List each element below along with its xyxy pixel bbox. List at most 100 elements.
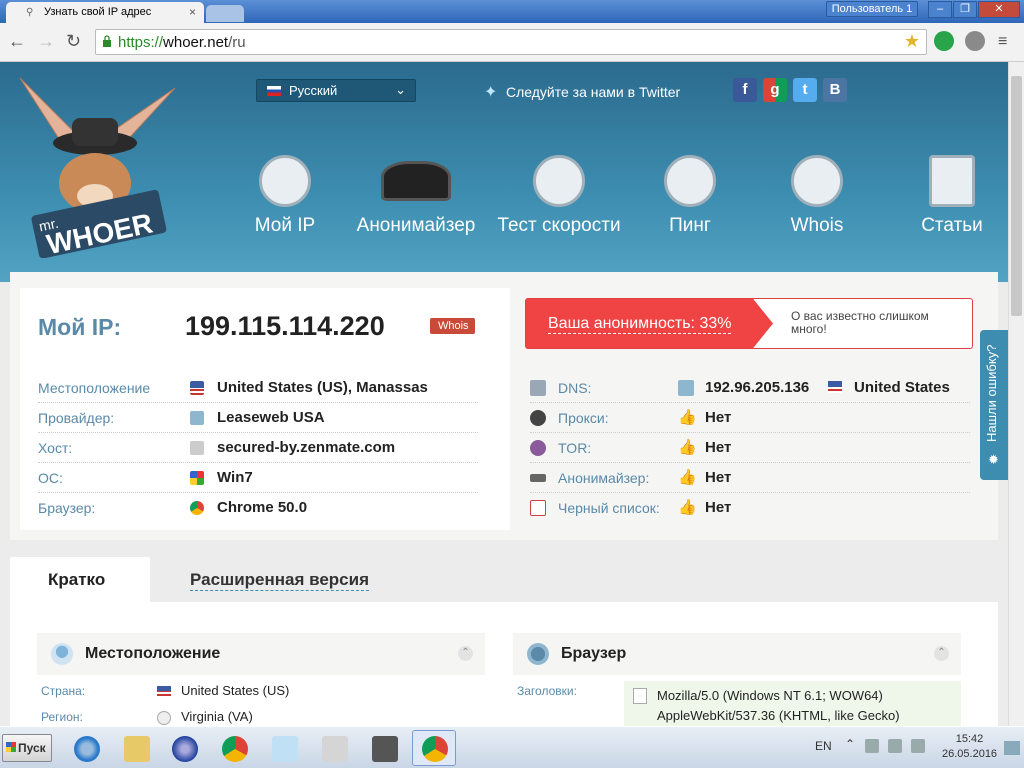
shield-extension-icon[interactable] — [934, 31, 954, 51]
taskbar-chrome[interactable] — [212, 730, 256, 766]
taskbar-ghostery[interactable] — [362, 730, 406, 766]
ghost-icon — [372, 736, 398, 762]
nav-ping[interactable]: Пинг — [620, 155, 760, 237]
row-value: Win7 — [217, 469, 253, 486]
radar-icon — [664, 155, 716, 207]
reload-icon[interactable]: ↻ — [66, 31, 81, 52]
scrollbar-thumb[interactable] — [1011, 76, 1022, 316]
panel-title: Местоположение — [85, 645, 221, 662]
page-content: mr. WHOER Русский ⌄ ✦ Следуйте за нами в … — [0, 62, 1008, 726]
vkontakte-icon[interactable]: B — [823, 78, 847, 102]
country-label: Страна: — [41, 684, 86, 698]
taskbar-explorer[interactable] — [114, 730, 158, 766]
user-agent-text: Mozilla/5.0 (Windows NT 6.1; WOW64) Appl… — [657, 686, 900, 726]
tray-expand-icon[interactable]: ⌃ — [845, 737, 855, 751]
bug-report-text: Нашли ошибку? — [984, 344, 999, 442]
url-path: /ru — [228, 34, 246, 51]
nav-anonymizer[interactable]: Анонимайзер — [346, 155, 486, 237]
taskbar-notepad[interactable] — [262, 730, 306, 766]
user-profile-button[interactable]: Пользователь 1 — [826, 1, 918, 17]
taskbar-internet-explorer[interactable] — [64, 730, 108, 766]
browser-tab-active[interactable]: ⚲ Узнать свой IP адрес × — [6, 2, 204, 23]
lock-icon — [103, 35, 111, 47]
info-row-tor: TOR: 👍 Нет — [530, 433, 970, 463]
twitter-bird-icon: ✦ — [484, 84, 498, 101]
globe-extension-icon[interactable] — [965, 31, 985, 51]
row-value: Нет — [705, 439, 732, 456]
browser-panel-header[interactable]: Браузер ⌃ — [513, 633, 961, 675]
row-value: Chrome 50.0 — [217, 499, 308, 516]
country-value: United States (US) — [181, 683, 290, 698]
address-bar[interactable]: https://whoer.net/ru ★ — [95, 29, 927, 55]
clock-time: 15:42 — [955, 733, 984, 745]
mr-whoer-logo[interactable]: mr. WHOER — [10, 68, 180, 258]
browser-toolbar: ← → ↻ https://whoer.net/ru ★ ≡ — [0, 23, 1024, 62]
panel-title: Браузер — [561, 645, 627, 662]
start-label: Пуск — [18, 741, 46, 755]
taskbar-chrome-active[interactable] — [412, 730, 456, 766]
start-button[interactable]: Пуск — [2, 734, 52, 762]
anonymity-meter[interactable]: Ваша анонимность: 33% О вас известно сли… — [525, 298, 973, 349]
ip-address[interactable]: 199.115.114.220 — [185, 311, 385, 342]
user-agent-line: Mozilla/5.0 (Windows NT 6.1; WOW64) — [657, 688, 883, 703]
speedometer-icon — [533, 155, 585, 207]
row-value: Leaseweb USA — [217, 409, 325, 426]
info-row-host: Хост: secured-by.zenmate.com — [38, 433, 478, 463]
taskbar-calculator[interactable] — [312, 730, 356, 766]
page-scrollbar[interactable] — [1008, 62, 1024, 726]
info-row-anonymizer: Анонимайзер: 👍 Нет — [530, 463, 970, 493]
forward-arrow-icon[interactable]: → — [37, 31, 55, 52]
bookmark-star-icon[interactable]: ★ — [904, 31, 920, 52]
back-arrow-icon[interactable]: ← — [8, 31, 26, 52]
row-label: TOR: — [558, 440, 592, 456]
nav-articles[interactable]: Статьи — [882, 155, 1008, 237]
nav-label: Тест скорости — [497, 215, 621, 236]
globe-icon — [527, 643, 549, 665]
system-clock[interactable]: 15:42 26.05.2016 — [942, 732, 997, 762]
new-tab-button[interactable] — [206, 5, 244, 22]
minimize-button[interactable]: ‒ — [928, 1, 952, 18]
question-icon — [791, 155, 843, 207]
network-icon[interactable] — [888, 739, 902, 753]
url-scheme: https:// — [118, 34, 164, 51]
action-center-icon[interactable] — [865, 739, 879, 753]
twitter-icon[interactable]: t — [793, 78, 817, 102]
info-row-blacklist: Черный список: 👍 Нет — [530, 493, 970, 523]
close-window-button[interactable]: ✕ — [978, 1, 1020, 18]
facebook-icon[interactable]: f — [733, 78, 757, 102]
menu-icon[interactable]: ≡ — [998, 33, 1007, 51]
volume-icon[interactable] — [911, 739, 925, 753]
tab-short[interactable]: Кратко — [10, 557, 150, 602]
taskbar-media-player[interactable] — [162, 730, 206, 766]
google-plus-icon[interactable]: g — [763, 78, 787, 102]
bug-report-tab[interactable]: Нашли ошибку? ✹ — [980, 330, 1008, 480]
collapse-icon[interactable]: ⌃ — [458, 646, 473, 661]
browser-tab-strip: ⚲ Узнать свой IP адрес × Пользователь 1 … — [0, 0, 1024, 23]
maximize-button[interactable]: ❐ — [953, 1, 977, 18]
nav-speed-test[interactable]: Тест скорости — [489, 155, 629, 237]
tab-extended[interactable]: Расширенная версия — [190, 570, 370, 591]
collapse-icon[interactable]: ⌃ — [934, 646, 949, 661]
language-select[interactable]: Русский ⌄ — [256, 79, 416, 102]
language-indicator[interactable]: EN — [815, 739, 832, 753]
url-text: https://whoer.net/ru — [118, 34, 246, 51]
row-value: secured-by.zenmate.com — [217, 439, 396, 456]
nav-my-ip[interactable]: Мой IP — [215, 155, 355, 237]
network-icon — [678, 380, 694, 396]
tab-close-button[interactable]: × — [189, 5, 196, 19]
info-row-browser: Браузер: Chrome 50.0 — [38, 493, 478, 523]
dns-icon — [530, 380, 546, 396]
location-panel-header[interactable]: Местоположение ⌃ — [37, 633, 485, 675]
nav-label: Whois — [790, 215, 844, 236]
windows-logo-icon — [6, 742, 16, 752]
nav-whois[interactable]: Whois — [747, 155, 887, 237]
server-icon — [190, 441, 204, 455]
nav-label: Статьи — [921, 215, 983, 236]
show-desktop-button[interactable] — [1004, 741, 1020, 755]
user-agent-box: Mozilla/5.0 (Windows NT 6.1; WOW64) Appl… — [624, 681, 961, 726]
map-pin-icon — [51, 643, 73, 665]
region-value: Virginia (VA) — [181, 709, 253, 724]
twitter-follow-link[interactable]: ✦ Следуйте за нами в Twitter — [484, 82, 680, 102]
whois-tag-button[interactable]: Whois — [430, 318, 475, 334]
row-label: DNS: — [558, 380, 592, 396]
